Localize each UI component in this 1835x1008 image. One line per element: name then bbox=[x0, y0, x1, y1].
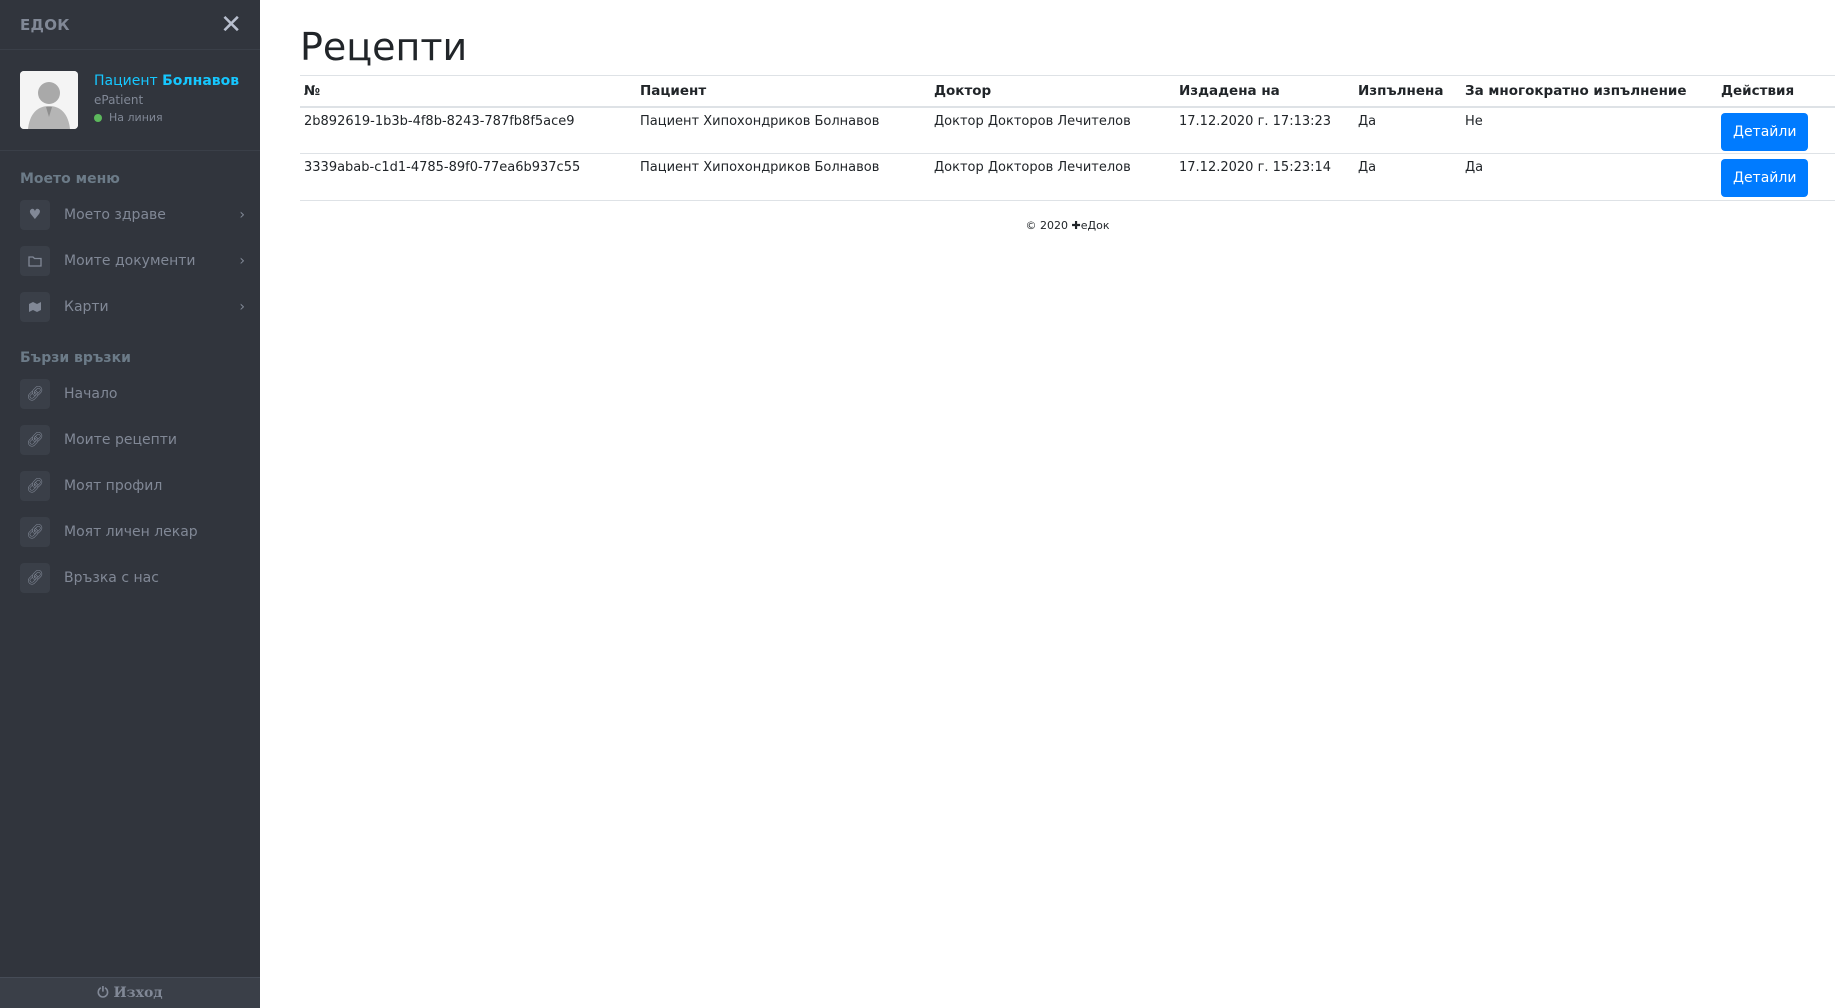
sidebar-item-my-prescriptions[interactable]: 🔗︎ Моите рецепти bbox=[0, 417, 260, 463]
main-content: Рецепти № Пациент Доктор Издадена на Изп… bbox=[300, 0, 1835, 232]
table-row: 3339abab-c1d1-4785-89f0-77ea6b937c55 Пац… bbox=[300, 153, 1835, 201]
sidebar-item-home[interactable]: 🔗︎ Начало bbox=[0, 371, 260, 417]
cell-issued: 17.12.2020 г. 15:23:14 bbox=[1175, 153, 1354, 201]
column-header-fulfilled: Изпълнена bbox=[1354, 75, 1461, 108]
online-status-icon bbox=[94, 113, 102, 122]
sidebar: ЕДОК ✕ Пациент Болнавов ePatient На лини… bbox=[0, 0, 260, 1008]
sidebar-item-label: Моите рецепти bbox=[64, 432, 178, 448]
sidebar-item-maps[interactable]: Карти › bbox=[0, 284, 260, 330]
cell-patient: Пациент Хипохондриков Болнавов bbox=[636, 153, 930, 201]
heart-icon: ♥ bbox=[20, 200, 50, 230]
cell-id: 2b892619-1b3b-4f8b-8243-787fb8f5ace9 bbox=[300, 106, 636, 154]
logout-button[interactable]: ⏻ Изход bbox=[0, 977, 260, 1008]
user-profile-block: Пациент Болнавов ePatient На линия bbox=[0, 50, 260, 151]
user-info: Пациент Болнавов ePatient На линия bbox=[94, 71, 239, 124]
sidebar-item-label: Карти bbox=[64, 299, 109, 315]
chevron-right-icon: › bbox=[239, 253, 245, 269]
link-icon: 🔗︎ bbox=[20, 425, 50, 455]
cell-actions: Детайли bbox=[1717, 153, 1835, 201]
link-icon: 🔗︎ bbox=[20, 563, 50, 593]
cell-doctor: Доктор Докторов Лечителов bbox=[930, 153, 1175, 201]
sidebar-item-label: Моите документи bbox=[64, 253, 196, 269]
power-icon: ⏻ bbox=[97, 985, 109, 1001]
quick-links-header: Бързи връзки bbox=[20, 350, 131, 366]
column-header-number: № bbox=[300, 75, 636, 108]
sidebar-item-my-documents[interactable]: Моите документи › bbox=[0, 238, 260, 284]
column-header-actions: Действия bbox=[1717, 75, 1835, 108]
user-name: Пациент Болнавов bbox=[94, 73, 239, 89]
link-icon: 🔗︎ bbox=[20, 517, 50, 547]
cell-doctor: Доктор Докторов Лечителов bbox=[930, 106, 1175, 154]
footer: © 2020 ✚еДок bbox=[300, 219, 1835, 232]
footer-copyright: © 2020 bbox=[1025, 219, 1069, 232]
cell-id: 3339abab-c1d1-4785-89f0-77ea6b937c55 bbox=[300, 153, 636, 201]
sidebar-item-label: Начало bbox=[64, 386, 118, 402]
medkit-icon: ✚ bbox=[1071, 219, 1081, 232]
footer-brand: еДок bbox=[1080, 219, 1110, 232]
column-header-doctor: Доктор bbox=[930, 75, 1175, 108]
sidebar-item-my-doctor[interactable]: 🔗︎ Моят личен лекар bbox=[0, 509, 260, 555]
link-icon: 🔗︎ bbox=[20, 471, 50, 501]
sidebar-item-label: Моят личен лекар bbox=[64, 524, 198, 540]
user-last-name: Болнавов bbox=[162, 73, 240, 89]
my-menu-header: Моето меню bbox=[20, 171, 120, 187]
sidebar-item-my-profile[interactable]: 🔗︎ Моят профил bbox=[0, 463, 260, 509]
prescriptions-table: № Пациент Доктор Издадена на Изпълнена З… bbox=[300, 75, 1835, 201]
cell-repeatable: Не bbox=[1461, 106, 1717, 154]
close-icon[interactable]: ✕ bbox=[220, 12, 242, 38]
sidebar-item-contact-us[interactable]: 🔗︎ Връзка с нас bbox=[0, 555, 260, 601]
table-row: 2b892619-1b3b-4f8b-8243-787fb8f5ace9 Пац… bbox=[300, 106, 1835, 154]
sidebar-item-my-health[interactable]: ♥ Моето здраве › bbox=[0, 192, 260, 238]
details-button[interactable]: Детайли bbox=[1721, 112, 1809, 151]
folder-icon bbox=[20, 246, 50, 276]
logout-label: Изход bbox=[113, 985, 163, 1001]
cell-fulfilled: Да bbox=[1354, 153, 1461, 201]
cell-patient: Пациент Хипохондриков Болнавов bbox=[636, 106, 930, 154]
sidebar-item-label: Моето здраве bbox=[64, 207, 166, 223]
sidebar-item-label: Моят профил bbox=[64, 478, 163, 494]
sidebar-brand-bar: ЕДОК ✕ bbox=[0, 0, 260, 50]
details-button[interactable]: Детайли bbox=[1721, 159, 1809, 197]
cell-repeatable: Да bbox=[1461, 153, 1717, 201]
user-status-label: На линия bbox=[109, 111, 163, 124]
user-role: ePatient bbox=[94, 93, 144, 107]
page-title: Рецепти bbox=[300, 25, 468, 69]
table-header-row: № Пациент Доктор Издадена на Изпълнена З… bbox=[300, 75, 1835, 108]
chevron-right-icon: › bbox=[239, 207, 245, 223]
brand-logo[interactable]: ЕДОК bbox=[20, 16, 70, 34]
cell-fulfilled: Да bbox=[1354, 106, 1461, 154]
chevron-right-icon: › bbox=[239, 299, 245, 315]
column-header-issued: Издадена на bbox=[1175, 75, 1354, 108]
column-header-repeatable: За многократно изпълнение bbox=[1461, 75, 1717, 108]
column-header-patient: Пациент bbox=[636, 75, 930, 108]
cell-actions: Детайли bbox=[1717, 106, 1835, 154]
cell-issued: 17.12.2020 г. 17:13:23 bbox=[1175, 106, 1354, 154]
avatar bbox=[20, 71, 78, 129]
user-status: На линия bbox=[94, 111, 239, 124]
sidebar-item-label: Връзка с нас bbox=[64, 570, 159, 586]
map-icon bbox=[20, 292, 50, 322]
link-icon: 🔗︎ bbox=[20, 379, 50, 409]
user-first-name: Пациент bbox=[94, 73, 158, 89]
